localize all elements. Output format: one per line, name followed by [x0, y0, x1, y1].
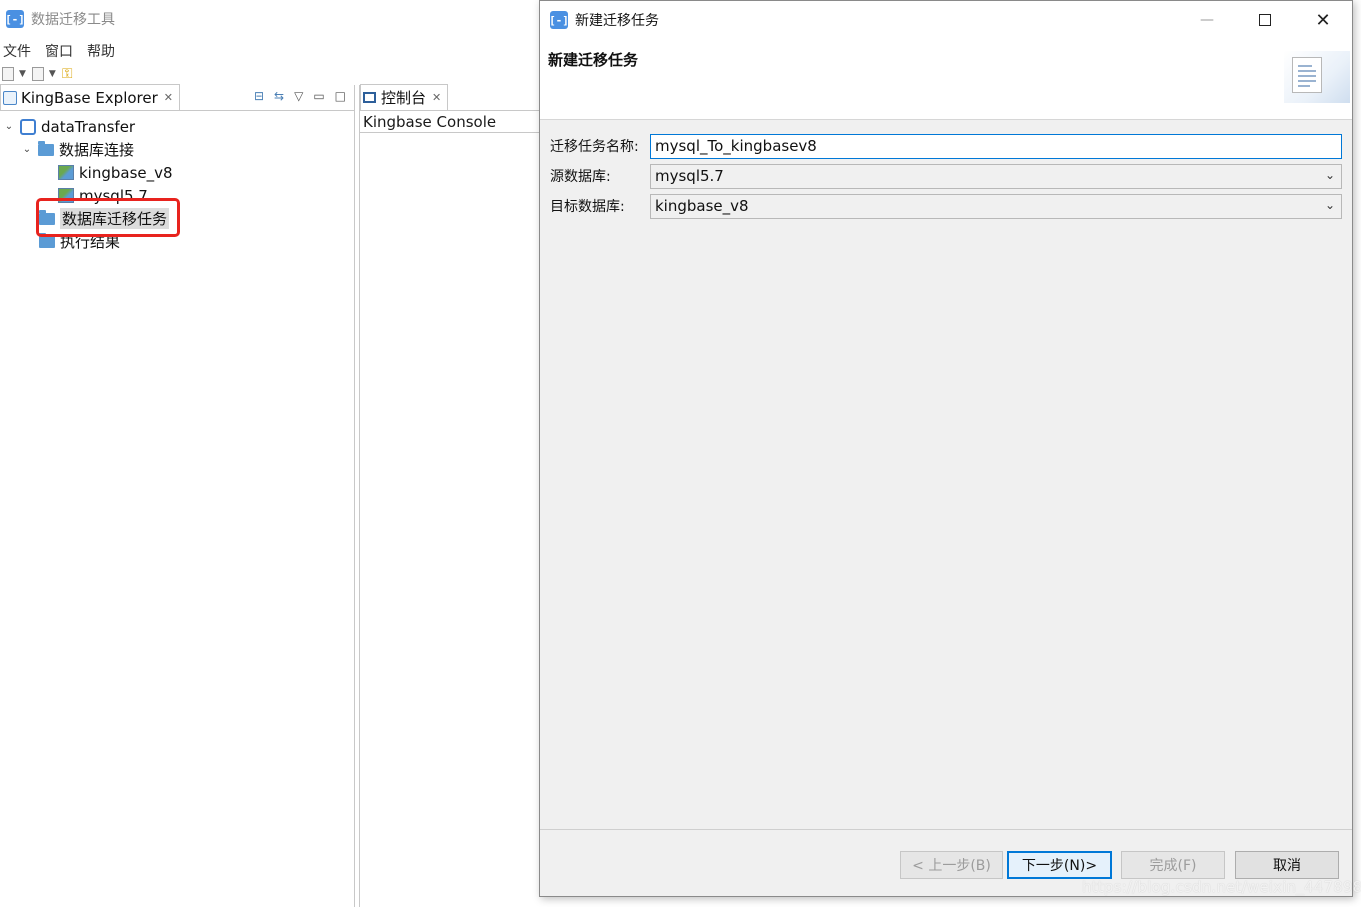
app-logo-icon: [-] [549, 11, 569, 29]
close-icon: ✕ [1315, 9, 1331, 31]
chevron-down-icon[interactable]: ⌄ [1325, 198, 1335, 212]
task-name-label: 迁移任务名称: [550, 139, 639, 155]
menu-file[interactable]: 文件 [3, 41, 31, 61]
dialog-banner: 新建迁移任务 [540, 39, 1352, 120]
tree-label: dataTransfer [41, 117, 136, 136]
minimize-icon[interactable]: ▭ [313, 89, 324, 103]
console-tab-label: 控制台 [381, 89, 427, 107]
chevron-down-icon[interactable]: ▼ [19, 69, 26, 79]
source-db-label: 源数据库: [550, 169, 611, 185]
new-task-button[interactable]: ▼ [31, 67, 56, 81]
console-title: Kingbase Console [360, 111, 544, 133]
key-button[interactable]: ⚿ [62, 66, 73, 82]
collapse-all-icon[interactable]: ⊟ [254, 89, 264, 103]
close-icon[interactable]: ✕ [432, 91, 441, 104]
minimize-button[interactable]: — [1178, 1, 1236, 39]
explorer-icon [3, 90, 17, 105]
chevron-down-icon[interactable]: ▼ [49, 69, 56, 79]
new-migration-task-dialog: [-] 新建迁移任务 — ✕ 新建迁移任务 迁移任务名称: mysql_To_k… [539, 0, 1353, 897]
maximize-icon [1259, 14, 1271, 26]
wizard-banner-icon [1284, 51, 1350, 103]
view-menu-icon[interactable]: ▽ [294, 89, 303, 103]
source-db-value: mysql5.7 [655, 167, 724, 185]
explorer-tabbar: KingBase Explorer ✕ ⊟ ⇆ ▽ ▭ □ [0, 84, 354, 111]
close-icon[interactable]: ✕ [164, 91, 173, 104]
console-view: 控制台 ✕ Kingbase Console [359, 84, 544, 907]
finish-button[interactable]: 完成(F) [1121, 851, 1225, 879]
chevron-down-icon[interactable]: ⌄ [20, 144, 34, 155]
new-connection-icon [2, 67, 14, 81]
back-button[interactable]: < 上一步(B) [900, 851, 1003, 879]
folder-icon [38, 140, 54, 156]
tree-label: mysql5.7 [79, 186, 148, 205]
chevron-down-icon[interactable]: ⌄ [2, 121, 16, 132]
link-editor-icon[interactable]: ⇆ [274, 89, 284, 103]
cancel-button[interactable]: 取消 [1235, 851, 1339, 879]
new-connection-button[interactable]: ▼ [2, 67, 26, 81]
key-icon: ⚿ [61, 66, 73, 82]
dialog-title: 新建迁移任务 [575, 13, 659, 29]
folder-icon [39, 232, 55, 248]
dialog-heading: 新建迁移任务 [548, 51, 639, 69]
explorer-view-actions: ⊟ ⇆ ▽ ▭ □ [254, 89, 346, 103]
tree-label: kingbase_v8 [79, 163, 173, 182]
project-icon [20, 118, 36, 135]
maximize-button[interactable] [1236, 1, 1294, 39]
main-toolbar: ▼ ▼ ⚿ [0, 63, 79, 85]
explorer-view: KingBase Explorer ✕ ⊟ ⇆ ▽ ▭ □ ⌄ dataTran… [0, 84, 355, 907]
window-controls: — ✕ [1178, 1, 1352, 39]
task-name-row: 迁移任务名称: mysql_To_kingbasev8 [540, 131, 1352, 161]
target-db-label: 目标数据库: [550, 199, 625, 215]
explorer-tab-label: KingBase Explorer [21, 88, 158, 107]
minimize-icon: — [1200, 12, 1214, 28]
tree-item-datatransfer[interactable]: ⌄ dataTransfer [0, 115, 354, 138]
tree-item-mysql57[interactable]: mysql5.7 [0, 184, 354, 207]
tree-label: 数据库连接 [59, 141, 135, 159]
document-icon [1292, 57, 1322, 93]
tree-item-connections[interactable]: ⌄ 数据库连接 [0, 138, 354, 161]
menu-window[interactable]: 窗口 [45, 41, 73, 61]
source-db-row: 源数据库: mysql5.7 ⌄ [540, 161, 1352, 191]
menu-help[interactable]: 帮助 [87, 41, 115, 61]
maximize-icon[interactable]: □ [335, 89, 346, 103]
menubar: 文件 窗口 帮助 [0, 40, 129, 62]
tree-item-migration-tasks[interactable]: 数据库迁移任务 [0, 207, 354, 230]
chevron-down-icon[interactable]: ⌄ [1325, 168, 1335, 182]
main-window-title: 数据迁移工具 [31, 12, 115, 28]
source-db-select[interactable]: mysql5.7 ⌄ [650, 163, 1342, 189]
next-button[interactable]: 下一步(N)> [1007, 851, 1112, 879]
dialog-footer: < 上一步(B) 下一步(N)> 完成(F) 取消 [540, 829, 1352, 896]
console-tabbar: 控制台 ✕ [360, 84, 544, 111]
tab-kingbase-explorer[interactable]: KingBase Explorer ✕ [0, 84, 180, 110]
target-db-row: 目标数据库: kingbase_v8 ⌄ [540, 191, 1352, 221]
tree-item-kingbase-v8[interactable]: kingbase_v8 [0, 161, 354, 184]
folder-icon [39, 209, 55, 225]
close-button[interactable]: ✕ [1294, 1, 1352, 39]
main-window-titlebar: [-] 数据迁移工具 [0, 0, 540, 38]
tree-label: 执行结果 [60, 233, 121, 251]
tree-label: 数据库迁移任务 [60, 208, 170, 229]
task-name-input[interactable]: mysql_To_kingbasev8 [650, 133, 1342, 159]
new-task-icon [31, 67, 44, 81]
app-logo-icon: [-] [5, 10, 25, 28]
target-db-select[interactable]: kingbase_v8 ⌄ [650, 193, 1342, 219]
tab-console[interactable]: 控制台 ✕ [360, 84, 449, 110]
target-db-value: kingbase_v8 [655, 197, 749, 215]
dialog-titlebar: [-] 新建迁移任务 — ✕ [540, 1, 1352, 39]
explorer-tree: ⌄ dataTransfer ⌄ 数据库连接 kingbase_v8 mysql… [0, 111, 354, 253]
database-icon [58, 165, 74, 180]
database-icon [58, 188, 74, 203]
tree-item-results[interactable]: 执行结果 [0, 230, 354, 253]
console-icon [363, 92, 376, 103]
task-form: 迁移任务名称: mysql_To_kingbasev8 源数据库: mysql5… [540, 131, 1352, 221]
